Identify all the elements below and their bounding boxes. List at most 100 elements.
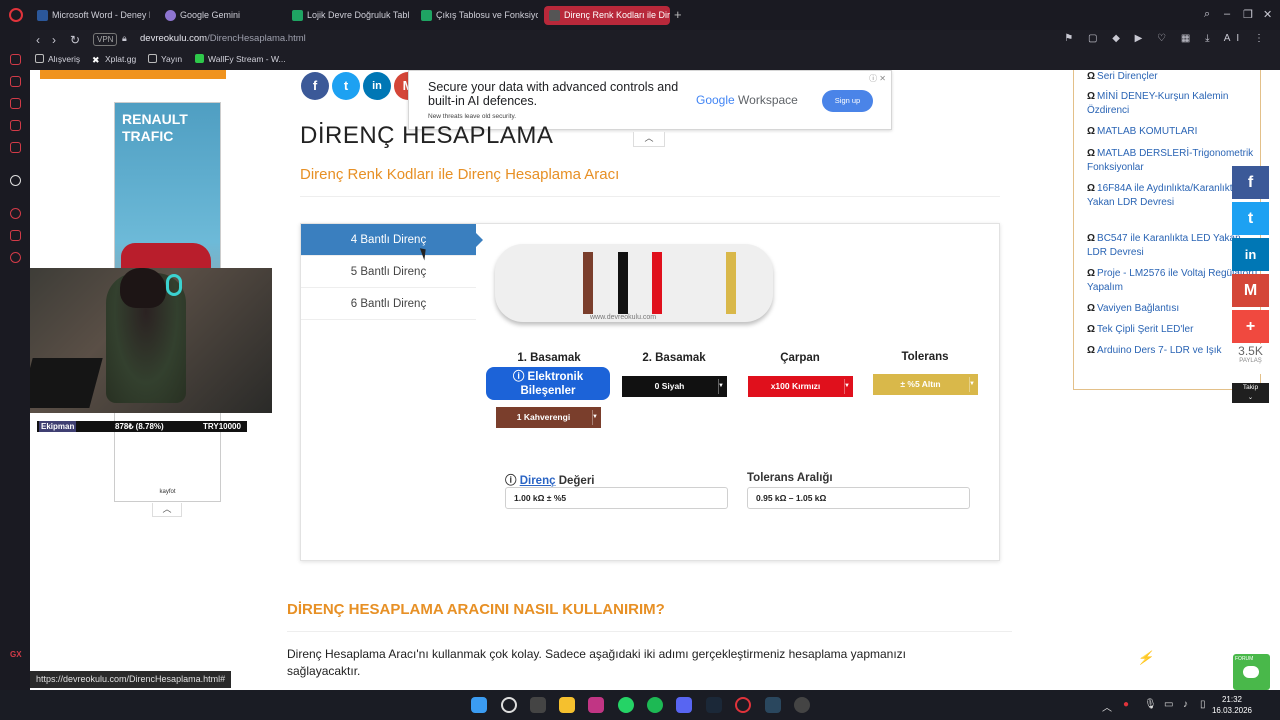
back-button[interactable]: ‹ [36,33,40,47]
settings-icon[interactable] [10,175,21,186]
follow-button[interactable]: Takip ⌄ [1232,383,1269,403]
google-workspace-ad[interactable]: Secure your data with advanced controls … [408,70,892,130]
forum-chat-button[interactable]: FORUM [1233,654,1270,690]
tolerance-range-field[interactable]: 0.95 kΩ – 1.05 kΩ [747,487,970,509]
lock-icon[interactable]: 🔒︎ [122,33,127,44]
sidebar-icon-3[interactable] [10,98,21,109]
bookmark-xplat[interactable]: ✖ Xplat.gg [92,54,136,65]
folder-icon [148,54,157,63]
collapse-ad-button[interactable]: ︿ [633,132,665,147]
forward-button[interactable]: › [52,33,56,47]
resistor-image: www.devreokulu.com [495,244,773,322]
bookmark-yayin[interactable]: Yayın [148,54,182,64]
tab-lojik[interactable]: Lojik Devre Doğruluk Tablo [287,6,409,25]
ad-subline: New threats leave old security. [428,113,517,120]
tab-5-band[interactable]: 5 Bantlı Direnç [301,256,476,288]
file-explorer-icon[interactable] [559,697,575,713]
ai-button[interactable]: AI [1224,33,1245,44]
second-digit-select[interactable]: 0 Siyah ▼ [622,376,727,397]
battery-icon[interactable]: ▯ [1200,699,1206,710]
discord-icon[interactable] [676,697,692,713]
share-linkedin-icon[interactable]: in [1232,238,1269,271]
twitter-icon[interactable]: t [332,72,360,100]
resistor-watermark: www.devreokulu.com [590,314,657,321]
spotify-icon[interactable] [647,697,663,713]
whatsapp-icon[interactable] [618,697,634,713]
site-icon [549,10,560,21]
search-tabs-icon[interactable]: ⌕ [1204,8,1210,21]
share-facebook-icon[interactable]: f [1232,166,1269,199]
reload-button[interactable]: ↻ [70,33,80,47]
steam-2-icon[interactable] [765,697,781,713]
collapse-ad-button[interactable]: ︿ [152,503,182,517]
column-multiplier: Çarpan [780,352,820,364]
tray-chevron-icon[interactable]: ︿ [1102,699,1112,714]
tab-6-band[interactable]: 6 Bantlı Direnç [301,288,476,320]
gx-icon[interactable]: GX [10,650,22,661]
sidebar-icon-5[interactable] [10,142,21,153]
opera-gx-icon[interactable] [735,697,751,713]
url-field[interactable]: devreokulu.com/DirencHesaplama.html [140,33,306,44]
keyboard-image [30,358,103,408]
page-title: DİRENÇ HESAPLAMA [300,122,554,149]
opera-logo-icon[interactable] [9,8,23,22]
tab-gemini[interactable]: Google Gemini [160,6,280,25]
new-tab-button[interactable]: + [674,8,682,21]
sidebar-icon-1[interactable] [10,54,21,65]
google-workspace-logo: Google Workspace [696,93,798,107]
x-icon: ✖ [92,55,100,65]
ad-close-icon[interactable]: ⓘ ✕ [869,73,886,84]
share-more-icon[interactable]: + [1232,310,1269,343]
signup-button[interactable]: Sign up [822,90,873,112]
linkedin-icon[interactable]: in [363,72,391,100]
sidebar-icon-2[interactable] [10,76,21,87]
ad-headline: Secure your data with advanced controls … [428,80,679,108]
page-subtitle: Direnç Renk Kodları ile Direnç Hesaplama… [300,166,620,183]
bookmark-wallfy[interactable]: WallFy Stream - W... [195,54,286,64]
bookmark-alisveris[interactable]: Alışveriş [35,54,80,64]
microphone-icon[interactable]: 🎙︎ [1144,699,1157,710]
band-tolerance [726,252,736,314]
sidebar-icon-4[interactable] [10,120,21,131]
search-icon[interactable] [501,697,517,713]
steam-icon[interactable] [706,697,722,713]
tray-app-icon[interactable]: ● [1123,699,1129,710]
direnc-link[interactable]: Direnç [520,475,556,487]
tolerance-select[interactable]: ± %5 Altın ▼ [873,374,978,395]
volume-icon[interactable]: ♪ [1183,699,1188,710]
status-bar-url: https://devreokulu.com/DirencHesaplama.h… [30,671,232,688]
tab-4-band[interactable]: 4 Bantlı Direnç [301,224,483,256]
app-icon[interactable] [794,697,810,713]
history-icon[interactable] [10,208,21,219]
instagram-icon[interactable] [588,697,604,713]
network-icon[interactable]: ▭ [1164,699,1173,710]
goal-progress: 878₺ (8.78%) [115,422,164,431]
sidebar-icon-6[interactable] [10,230,21,241]
resistor-calculator: 4 Bantlı Direnç 5 Bantlı Direnç 6 Bantlı… [300,223,1000,561]
related-link[interactable]: Ω MİNİ DENEY-Kurşun Kalemin Özdirenci [1087,90,1262,118]
first-digit-select[interactable]: 1 Kahverengi ▼ [496,407,601,428]
maximize-button[interactable]: ❐ [1243,8,1253,21]
related-link[interactable]: Ω Seri Dirençler [1087,70,1262,84]
close-window-button[interactable]: ✕ [1263,8,1272,21]
divider [300,196,1000,197]
column-second-digit: 2. Basamak [642,352,706,364]
tab-direnc-active[interactable]: Direnç Renk Kodları ile Dire [544,6,670,25]
minimize-button[interactable]: – [1224,8,1230,20]
related-link[interactable]: Ω MATLAB KOMUTLARI [1087,125,1262,139]
resistance-value-field[interactable]: 1.00 kΩ ± %5 [505,487,728,509]
task-view-icon[interactable] [530,697,546,713]
start-icon[interactable] [471,697,487,713]
multiplier-select[interactable]: x100 Kırmızı ▼ [748,376,853,397]
vpn-badge[interactable]: VPN [93,33,118,46]
share-twitter-icon[interactable]: t [1232,202,1269,235]
share-gmail-icon[interactable]: M [1232,274,1269,307]
sidebar-icon-7[interactable] [10,252,21,263]
toolbar-icons[interactable]: ⚑ ▢ ◆ ▶ ♡ ▦ ⤓ AI ⋮ [1064,33,1270,44]
sheets-icon [292,10,303,21]
taskbar-clock[interactable]: 21:32 16.03.2026 [1212,694,1252,716]
tab-word[interactable]: Microsoft Word - Deney N [32,6,150,25]
tab-cikis[interactable]: Çıkış Tablosu ve Fonksiyo [416,6,538,25]
elektronik-bilesenler-tooltip[interactable]: ⓘ Elektronik Bileşenler [486,367,610,400]
facebook-icon[interactable]: f [301,72,329,100]
